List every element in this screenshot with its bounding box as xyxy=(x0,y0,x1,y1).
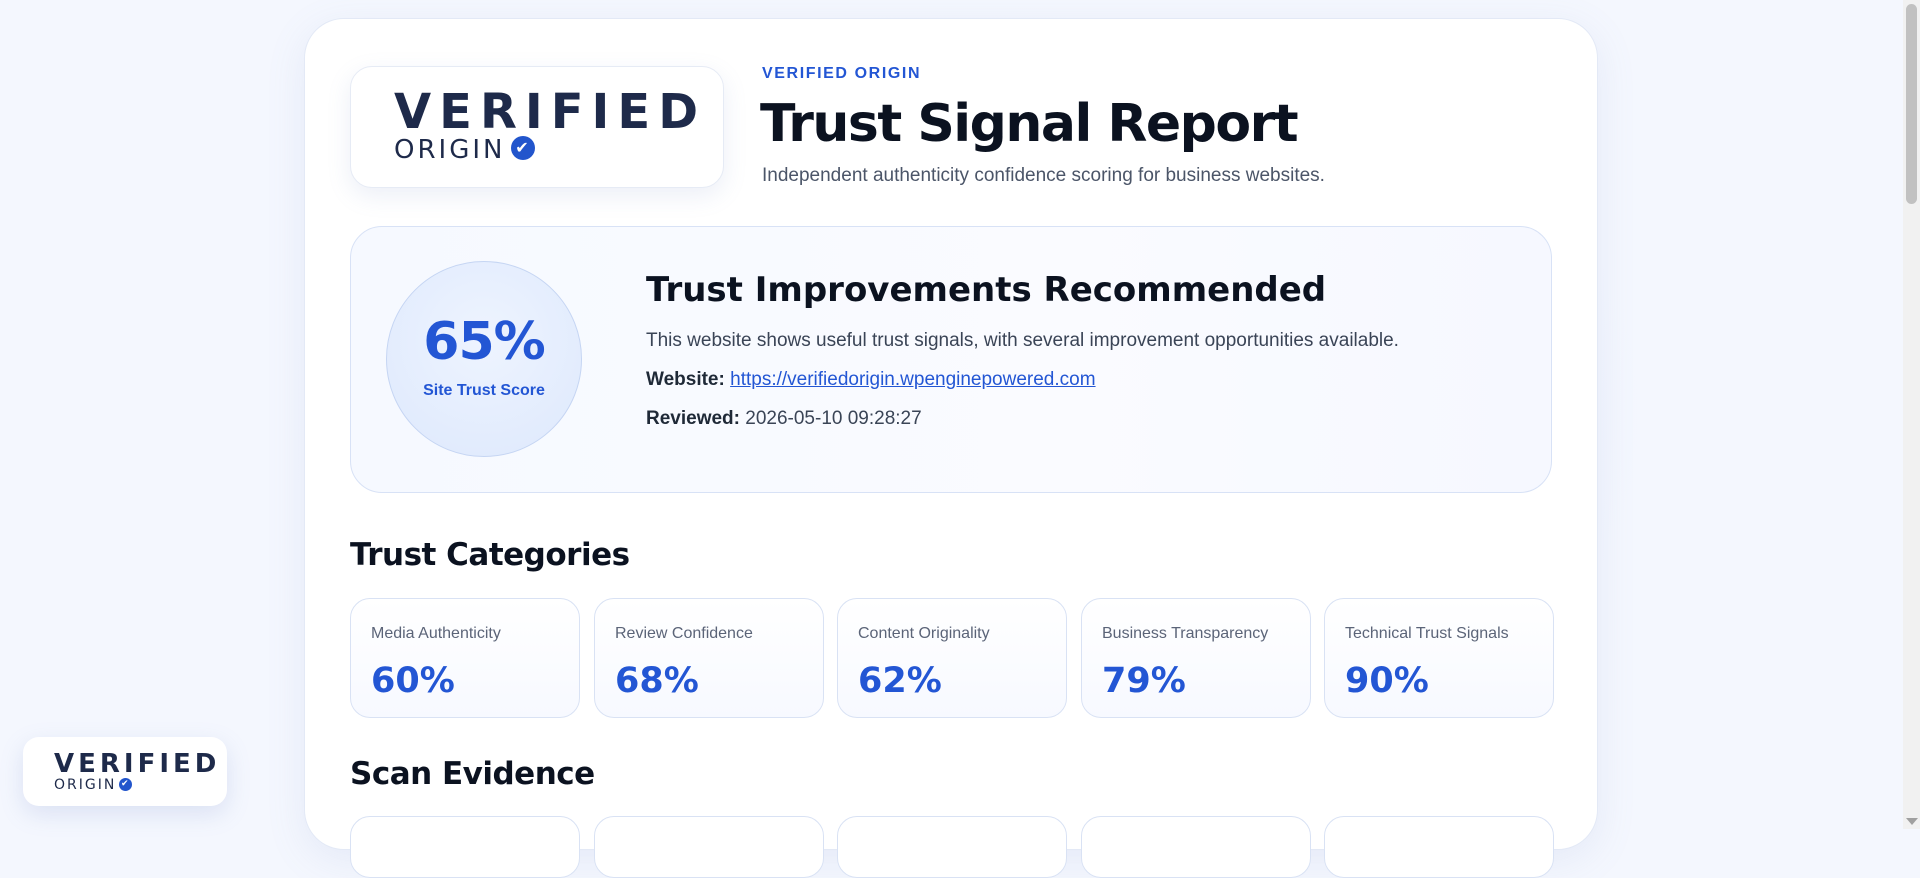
recommendation-description: This website shows useful trust signals,… xyxy=(646,330,1399,351)
reviewed-timestamp: 2026-05-10 09:28:27 xyxy=(745,408,922,429)
evidence-card xyxy=(837,816,1067,878)
category-card-content-originality: Content Originality 62% xyxy=(837,598,1067,718)
category-card-technical-trust-signals: Technical Trust Signals 90% xyxy=(1324,598,1554,718)
categories-title: Trust Categories xyxy=(350,537,630,573)
reviewed-label: Reviewed: xyxy=(646,408,740,429)
verified-check-icon: ✔ xyxy=(119,777,133,791)
logo-wordmark: VERIFIED xyxy=(394,84,707,140)
page-subtitle: Independent authenticity confidence scor… xyxy=(762,165,1325,186)
verified-check-icon: ✔ xyxy=(511,135,536,160)
evidence-card xyxy=(594,816,824,878)
category-value: 90% xyxy=(1345,661,1429,701)
category-label: Media Authenticity xyxy=(371,625,501,642)
badge-subword: ORIGIN ✔ xyxy=(54,777,133,793)
reviewed-line: Reviewed: 2026-05-10 09:28:27 xyxy=(646,408,922,430)
category-card-business-transparency: Business Transparency 79% xyxy=(1081,598,1311,718)
scroll-down-arrow-icon[interactable] xyxy=(1906,818,1918,825)
floating-brand-badge[interactable]: VERIFIED ORIGIN ✔ xyxy=(23,737,227,806)
website-line: Website: https://verifiedorigin.wpengine… xyxy=(646,369,1096,391)
category-value: 60% xyxy=(371,661,455,701)
evidence-card xyxy=(1324,816,1554,878)
vertical-scrollbar[interactable] xyxy=(1903,0,1920,829)
trust-score-circle: 65% Site Trust Score xyxy=(386,261,582,457)
category-card-media-authenticity: Media Authenticity 60% xyxy=(350,598,580,718)
logo-subword-text: ORIGIN xyxy=(394,135,506,165)
logo-subword: ORIGIN ✔ xyxy=(394,135,536,165)
report-card: VERIFIED ORIGIN ✔ VERIFIED ORIGIN Trust S… xyxy=(304,18,1598,878)
page-title: Trust Signal Report xyxy=(760,94,1299,154)
category-value: 68% xyxy=(615,661,699,701)
category-value: 79% xyxy=(1102,661,1186,701)
scrollbar-thumb[interactable] xyxy=(1906,4,1917,204)
trust-score-panel: 65% Site Trust Score Trust Improvements … xyxy=(350,226,1552,493)
category-label: Technical Trust Signals xyxy=(1345,625,1509,642)
website-label: Website: xyxy=(646,369,725,390)
trust-score-value: 65% xyxy=(423,312,545,372)
category-label: Content Originality xyxy=(858,625,990,642)
trust-score-label: Site Trust Score xyxy=(423,382,545,399)
category-card-review-confidence: Review Confidence 68% xyxy=(594,598,824,718)
category-label: Review Confidence xyxy=(615,625,753,642)
badge-wordmark: VERIFIED xyxy=(54,749,221,779)
recommendation-heading: Trust Improvements Recommended xyxy=(646,270,1327,310)
brand-logo: VERIFIED ORIGIN ✔ xyxy=(350,66,724,188)
header-eyebrow: VERIFIED ORIGIN xyxy=(762,65,922,82)
evidence-card xyxy=(1081,816,1311,878)
evidence-title: Scan Evidence xyxy=(350,756,595,792)
badge-subword-text: ORIGIN xyxy=(54,777,117,793)
category-value: 62% xyxy=(858,661,942,701)
evidence-card xyxy=(350,816,580,878)
website-link[interactable]: https://verifiedorigin.wpenginepowered.c… xyxy=(730,369,1095,390)
category-label: Business Transparency xyxy=(1102,625,1269,642)
